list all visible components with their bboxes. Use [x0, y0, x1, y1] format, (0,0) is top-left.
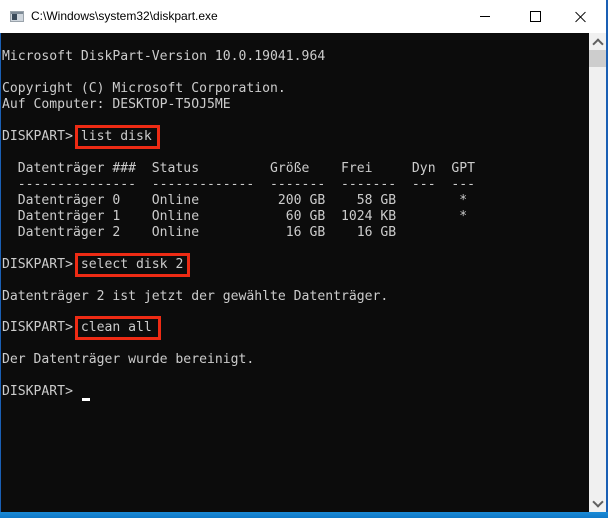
diskpart-window: C:\Windows\system32\diskpart.exe Microso… — [0, 0, 608, 512]
clean-result-line: Der Datenträger wurde bereinigt. — [2, 352, 255, 367]
minimize-icon — [480, 16, 490, 17]
select-result-line: Datenträger 2 ist jetzt der gewählte Dat… — [2, 289, 389, 304]
maximize-icon — [529, 11, 541, 22]
desktop-taskbar-edge — [0, 512, 608, 518]
close-button[interactable] — [558, 0, 604, 33]
maximize-button[interactable] — [512, 0, 558, 33]
highlight-box-select-disk — [75, 253, 190, 277]
close-icon — [575, 11, 587, 23]
window-title: C:\Windows\system32\diskpart.exe — [31, 9, 218, 23]
disk-table-row: Datenträger 1 Online 60 GB 1024 KB * — [2, 209, 468, 224]
copyright-line: Copyright (C) Microsoft Corporation. — [2, 81, 286, 96]
scroll-thumb[interactable] — [589, 50, 606, 67]
prompt: DISKPART> — [2, 384, 81, 399]
current-prompt-line[interactable]: DISKPART> — [2, 384, 81, 400]
highlight-box-list-disk — [75, 125, 160, 149]
disk-table-separator: --------------- ------------- ------- --… — [2, 177, 475, 192]
disk-table-header: Datenträger ### Status Größe Frei Dyn GP… — [2, 161, 475, 176]
title-bar[interactable]: C:\Windows\system32\diskpart.exe — [0, 0, 606, 33]
console-output[interactable]: Microsoft DiskPart-Version 10.0.19041.96… — [0, 33, 589, 512]
minimize-button[interactable] — [462, 0, 508, 33]
highlight-box-clean-all — [75, 316, 161, 340]
chevron-down-icon — [591, 495, 604, 508]
disk-table-row: Datenträger 2 Online 16 GB 16 GB — [2, 225, 397, 240]
prompt: DISKPART> — [2, 320, 81, 335]
text-cursor — [82, 398, 90, 401]
scroll-up-button[interactable] — [589, 33, 606, 50]
scroll-down-button[interactable] — [589, 495, 606, 512]
prompt: DISKPART> — [2, 129, 81, 144]
computer-line: Auf Computer: DESKTOP-T5OJ5ME — [2, 97, 231, 112]
prompt: DISKPART> — [2, 257, 81, 272]
chevron-up-icon — [591, 37, 604, 50]
disk-table-row: Datenträger 0 Online 200 GB 58 GB * — [2, 193, 468, 208]
console-app-icon — [10, 11, 24, 22]
version-line: Microsoft DiskPart-Version 10.0.19041.96… — [2, 49, 326, 64]
vertical-scrollbar[interactable] — [589, 33, 606, 512]
